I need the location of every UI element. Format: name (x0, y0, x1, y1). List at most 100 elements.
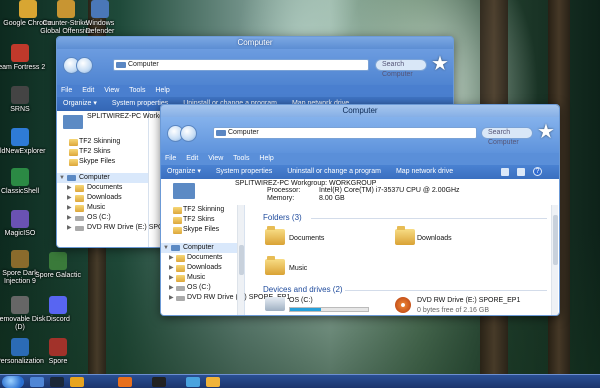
nav-favorite[interactable]: Skype Files (161, 225, 244, 235)
folder-icon[interactable] (265, 256, 285, 275)
star-icon[interactable]: ★ (535, 121, 557, 143)
search-input[interactable]: Search Computer (481, 127, 533, 146)
folders-section-header[interactable]: Folders (3) (263, 213, 302, 222)
address-row: Computer Search Computer ★ (161, 117, 559, 153)
explorer-window-front[interactable]: Computer Computer Search Computer ★ File… (160, 104, 560, 316)
window-title[interactable]: Computer (57, 37, 453, 49)
nav-favorite[interactable]: TF2 Skinning (57, 137, 148, 147)
chevron-right-icon[interactable]: ▶ (67, 193, 72, 203)
folder-item-label[interactable]: Documents (289, 235, 324, 242)
steam-taskbar-icon[interactable] (50, 377, 64, 387)
chevron-down-icon[interactable]: ▼ (163, 243, 169, 253)
star-icon[interactable]: ★ (429, 53, 451, 75)
scroll-thumb[interactable] (553, 215, 558, 265)
menu-view[interactable]: View (104, 87, 119, 94)
drive-name[interactable]: DVD RW Drive (E:) SPORE_EP1 (417, 297, 520, 304)
cmd-taskbar-icon[interactable] (152, 377, 166, 387)
forward-button[interactable] (180, 125, 197, 142)
firefox-taskbar-icon[interactable] (118, 377, 132, 387)
chevron-right-icon[interactable]: ▶ (169, 293, 174, 303)
scroll-thumb[interactable] (239, 245, 244, 275)
computer-icon (63, 115, 83, 129)
menu-edit[interactable]: Edit (186, 155, 198, 162)
nav-computer[interactable]: ▼ Computer (161, 243, 244, 253)
app-icon (11, 168, 29, 186)
map-network-drive-button[interactable]: Map network drive (396, 168, 453, 175)
menu-help[interactable]: Help (155, 87, 169, 94)
nav-scrollbar[interactable] (237, 205, 244, 315)
nav-computer-child[interactable]: ▶DVD RW Drive (E:) SPORE_EP1 (57, 223, 190, 233)
folder-item-label[interactable]: Downloads (417, 235, 452, 242)
address-bar[interactable]: Computer (213, 127, 477, 139)
desktop-icon[interactable]: Spore (30, 338, 86, 366)
menu-edit[interactable]: Edit (82, 87, 94, 94)
nav-computer[interactable]: ▼ Computer (57, 173, 148, 183)
menu-help[interactable]: Help (259, 155, 273, 162)
main-scrollbar[interactable] (551, 205, 558, 315)
desktop-icon[interactable]: OldNewExplorer (0, 128, 48, 156)
nav-label: OS (C:) (87, 214, 111, 221)
folder-taskbar-icon[interactable] (186, 377, 200, 387)
chevron-right-icon[interactable]: ▶ (67, 203, 72, 213)
drives-section-header[interactable]: Devices and drives (2) (263, 285, 343, 294)
nav-computer-child[interactable]: ▶ Downloads (161, 263, 244, 273)
explorer-taskbar-icon[interactable] (30, 377, 44, 387)
chevron-right-icon[interactable]: ▶ (169, 283, 174, 293)
app-taskbar-icon[interactable] (206, 377, 220, 387)
folder-item-label[interactable]: Music (289, 265, 307, 272)
nav-favorite[interactable]: TF2 Skinning (161, 205, 244, 215)
nav-computer-child[interactable]: ▶ Music (57, 203, 148, 213)
nav-computer-child[interactable]: ▶DVD RW Drive (E:) SPORE_EP1 (161, 293, 290, 303)
memory-value: 8.00 GB (319, 195, 345, 202)
chevron-right-icon[interactable]: ▶ (169, 273, 174, 283)
preview-pane-icon[interactable] (517, 168, 525, 176)
chevron-right-icon[interactable]: ▶ (169, 253, 174, 263)
menu-file[interactable]: File (61, 87, 72, 94)
menu-file[interactable]: File (165, 155, 176, 162)
nav-computer-child[interactable]: ▶ Music (161, 273, 244, 283)
desktop-icon[interactable]: ClassicShell (0, 168, 48, 196)
nav-computer-child[interactable]: ▶ Documents (57, 183, 148, 193)
chevron-right-icon[interactable]: ▶ (67, 183, 72, 193)
forward-button[interactable] (76, 57, 93, 74)
desktop-icon-label: Spore (48, 358, 68, 365)
nav-computer-child[interactable]: ▶ OS (C:) (161, 283, 244, 293)
organize-button[interactable]: Organize ▾ (167, 168, 201, 175)
help-icon[interactable]: ? (533, 167, 542, 176)
dvd-drive-icon[interactable] (395, 297, 411, 313)
start-button[interactable] (2, 376, 24, 388)
address-bar[interactable]: Computer (113, 59, 369, 71)
nav-label: Downloads (187, 264, 222, 271)
menu-view[interactable]: View (208, 155, 223, 162)
desktop-icon[interactable]: Discord (30, 296, 86, 324)
nav-computer-child[interactable]: ▶ Documents (161, 253, 244, 263)
drive-c-icon[interactable] (265, 297, 285, 311)
uninstall-program-button[interactable]: Uninstall or change a program (287, 168, 381, 175)
menu-tools[interactable]: Tools (129, 87, 145, 94)
desktop-icon[interactable]: SRNS (0, 86, 48, 114)
media-taskbar-icon[interactable] (70, 377, 84, 387)
desktop-icon[interactable]: Windows Defender (72, 0, 128, 36)
chevron-right-icon[interactable]: ▶ (67, 213, 72, 223)
organize-button[interactable]: Organize ▾ (63, 100, 97, 107)
desktop-icon[interactable]: MagicISO (0, 210, 48, 238)
chevron-down-icon[interactable]: ▼ (59, 173, 65, 183)
chevron-right-icon[interactable]: ▶ (169, 263, 174, 273)
nav-computer-child[interactable]: ▶ OS (C:) (57, 213, 148, 223)
search-input[interactable]: Search Computer (375, 59, 427, 78)
folder-icon (176, 255, 185, 262)
drive-name[interactable]: OS (C:) (289, 297, 313, 304)
desktop-icon[interactable]: Spore Galactic (30, 252, 86, 280)
view-options-icon[interactable] (501, 168, 509, 176)
chevron-right-icon[interactable]: ▶ (67, 223, 72, 233)
nav-favorite[interactable]: TF2 Skins (161, 215, 244, 225)
nav-favorite[interactable]: Skype Files (57, 157, 148, 167)
folder-icon[interactable] (265, 226, 285, 245)
nav-favorite[interactable]: TF2 Skins (57, 147, 148, 157)
window-title[interactable]: Computer (161, 105, 559, 117)
system-properties-button[interactable]: System properties (216, 168, 272, 175)
nav-computer-child[interactable]: ▶ Downloads (57, 193, 148, 203)
folder-icon[interactable] (395, 226, 415, 245)
menu-tools[interactable]: Tools (233, 155, 249, 162)
desktop-icon[interactable]: Team Fortress 2 (0, 44, 48, 72)
